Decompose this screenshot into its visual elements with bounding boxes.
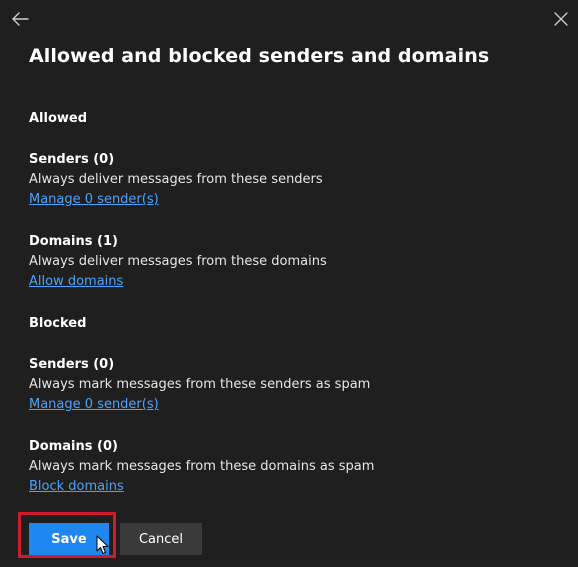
block-domains-link[interactable]: Block domains: [29, 479, 124, 494]
blocked-senders-title: Senders (0): [29, 357, 115, 372]
manage-blocked-senders-link[interactable]: Manage 0 sender(s): [29, 397, 159, 412]
allowed-heading: Allowed: [29, 111, 88, 126]
blocked-senders-description: Always mark messages from these senders …: [29, 377, 371, 392]
allowed-domains-description: Always deliver messages from these domai…: [29, 254, 327, 269]
allowed-senders-description: Always deliver messages from these sende…: [29, 172, 323, 187]
blocked-heading: Blocked: [29, 316, 87, 331]
save-button[interactable]: Save: [29, 523, 109, 555]
allowed-domains-title: Domains (1): [29, 234, 118, 249]
blocked-domains-description: Always mark messages from these domains …: [29, 459, 375, 474]
panel-title: Allowed and blocked senders and domains: [29, 45, 490, 67]
arrow-left-icon: [12, 12, 29, 26]
close-icon: [554, 12, 568, 26]
back-button[interactable]: [9, 8, 31, 30]
allowed-senders-title: Senders (0): [29, 152, 115, 167]
manage-allowed-senders-link[interactable]: Manage 0 sender(s): [29, 192, 159, 207]
allow-domains-link[interactable]: Allow domains: [29, 274, 123, 289]
cancel-button[interactable]: Cancel: [120, 523, 202, 555]
blocked-domains-title: Domains (0): [29, 439, 118, 454]
senders-domains-panel: Allowed and blocked senders and domains …: [0, 0, 578, 567]
close-button[interactable]: [550, 8, 572, 30]
